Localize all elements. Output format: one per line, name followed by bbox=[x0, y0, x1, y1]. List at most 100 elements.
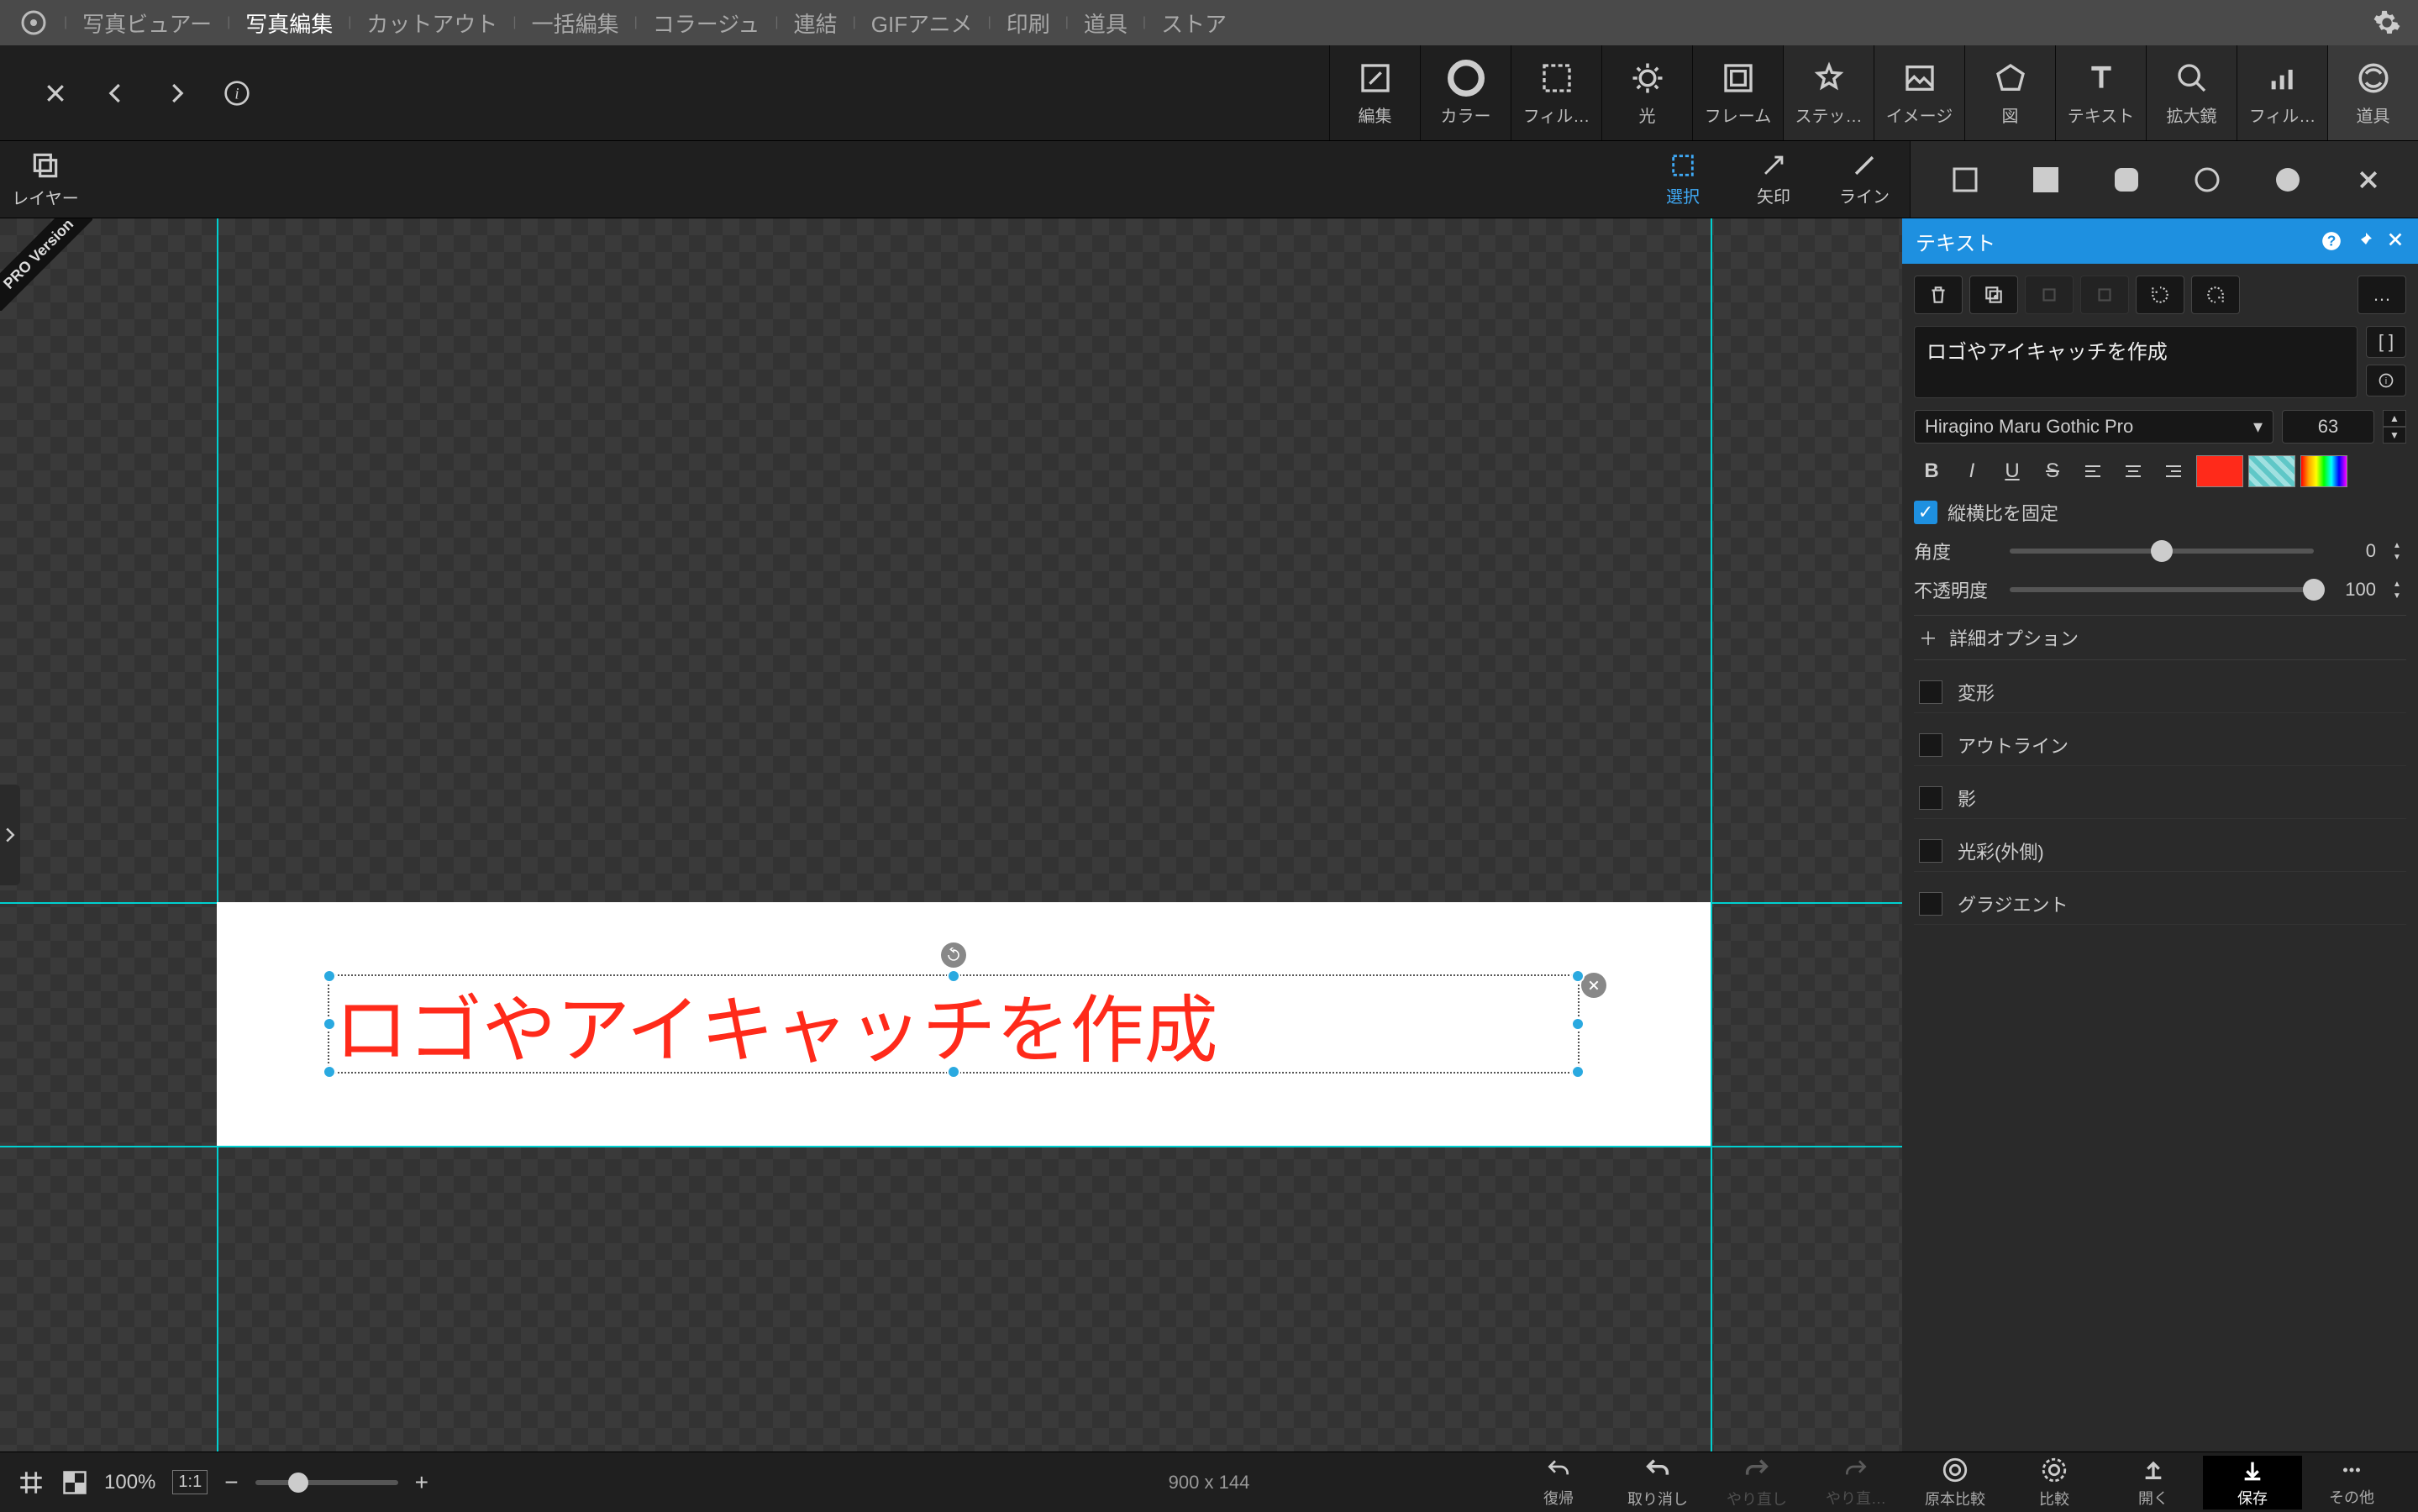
resize-handle[interactable] bbox=[323, 1065, 336, 1079]
pattern-swatch[interactable] bbox=[2248, 455, 2295, 487]
ribbon-edit[interactable]: 編集 bbox=[1329, 45, 1420, 140]
shape-rect-fill[interactable] bbox=[2030, 164, 2062, 196]
canvas[interactable]: PRO Version ロゴやアイキャッチを作成 bbox=[0, 218, 1902, 1452]
pin-icon[interactable] bbox=[2354, 230, 2374, 252]
advanced-options-toggle[interactable]: ＋ 詳細オプション bbox=[1914, 615, 2406, 660]
text-info-icon[interactable]: i bbox=[2366, 365, 2406, 396]
delete-selection-icon[interactable] bbox=[1581, 973, 1606, 998]
delete-text-icon[interactable] bbox=[1914, 276, 1963, 314]
menu-batch[interactable]: 一括編集 bbox=[517, 8, 634, 39]
action-save[interactable]: 保存 bbox=[2203, 1456, 2302, 1509]
vertical-text-icon[interactable]: [ ] bbox=[2366, 326, 2406, 358]
menu-photo-viewer[interactable]: 写真ビュアー bbox=[67, 8, 227, 39]
action-more[interactable]: その他 bbox=[2302, 1456, 2401, 1509]
menu-print[interactable]: 印刷 bbox=[991, 8, 1065, 39]
ribbon-tools[interactable]: 道具 bbox=[2327, 45, 2418, 140]
ribbon-text[interactable]: テキスト bbox=[2055, 45, 2146, 140]
subtool-arrow[interactable]: 矢印 bbox=[1728, 141, 1819, 218]
action-redo[interactable]: やり直し bbox=[1707, 1456, 1806, 1509]
opacity-slider[interactable] bbox=[2010, 587, 2314, 592]
resize-handle[interactable] bbox=[947, 969, 960, 983]
zoom-level[interactable]: 100% bbox=[104, 1471, 155, 1494]
resize-handle[interactable] bbox=[1571, 1017, 1585, 1031]
ribbon-frame[interactable]: フレーム bbox=[1692, 45, 1783, 140]
menu-photo-edit[interactable]: 写真編集 bbox=[230, 8, 348, 39]
ribbon-filter2[interactable]: フィル… bbox=[2237, 45, 2327, 140]
option-gradient[interactable]: グラジエント bbox=[1914, 884, 2406, 925]
menu-collage[interactable]: コラージュ bbox=[638, 8, 775, 39]
angle-stepper[interactable]: ▲▼ bbox=[2388, 539, 2406, 563]
menu-store[interactable]: ストア bbox=[1146, 8, 1242, 39]
option-transform[interactable]: 変形 bbox=[1914, 672, 2406, 713]
align-front-icon[interactable] bbox=[2025, 276, 2074, 314]
font-size-stepper[interactable]: ▲▼ bbox=[2383, 410, 2406, 444]
action-undo[interactable]: 取り消し bbox=[1608, 1456, 1707, 1509]
panel-header[interactable]: テキスト ? bbox=[1902, 218, 2418, 264]
bold-icon[interactable]: B bbox=[1914, 455, 1949, 487]
expand-sidebar-icon[interactable] bbox=[0, 785, 20, 885]
font-size-input[interactable]: 63 bbox=[2282, 410, 2374, 444]
text-content-input[interactable]: ロゴやアイキャッチを作成 bbox=[1914, 326, 2358, 398]
option-glow[interactable]: 光彩(外側) bbox=[1914, 831, 2406, 872]
resize-handle[interactable] bbox=[1571, 1065, 1585, 1079]
ribbon-magnifier[interactable]: 拡大鏡 bbox=[2146, 45, 2237, 140]
resize-handle[interactable] bbox=[323, 969, 336, 983]
rotate-ccw-icon[interactable] bbox=[2136, 276, 2184, 314]
align-back-icon[interactable] bbox=[2080, 276, 2129, 314]
menu-cutout[interactable]: カットアウト bbox=[351, 8, 513, 39]
close-icon[interactable] bbox=[37, 75, 74, 112]
underline-icon[interactable]: U bbox=[1995, 455, 2030, 487]
option-outline[interactable]: アウトライン bbox=[1914, 725, 2406, 766]
opacity-stepper[interactable]: ▲▼ bbox=[2388, 578, 2406, 601]
rotate-cw-icon[interactable] bbox=[2191, 276, 2240, 314]
shape-close-icon[interactable] bbox=[2352, 164, 2384, 196]
resize-handle[interactable] bbox=[947, 1065, 960, 1079]
info-icon[interactable]: i bbox=[218, 75, 255, 112]
shape-circle-outline[interactable] bbox=[2191, 164, 2223, 196]
action-revert[interactable]: 復帰 bbox=[1509, 1456, 1608, 1509]
italic-icon[interactable]: I bbox=[1954, 455, 1990, 487]
menu-tools[interactable]: 道具 bbox=[1069, 8, 1143, 39]
forward-icon[interactable] bbox=[158, 75, 195, 112]
angle-slider[interactable] bbox=[2010, 549, 2314, 554]
selection-box[interactable] bbox=[328, 974, 1580, 1074]
option-shadow[interactable]: 影 bbox=[1914, 778, 2406, 819]
more-icon[interactable]: … bbox=[2358, 276, 2406, 314]
ribbon-sticker[interactable]: ステッ… bbox=[1783, 45, 1874, 140]
shape-rect-outline[interactable] bbox=[1949, 164, 1981, 196]
subtool-line[interactable]: ライン bbox=[1819, 141, 1910, 218]
font-select[interactable]: Hiragino Maru Gothic Pro ▾ bbox=[1914, 410, 2273, 444]
aspect-lock-checkbox[interactable]: ✓ bbox=[1914, 501, 1937, 524]
grid-toggle-icon[interactable] bbox=[17, 1468, 45, 1497]
duplicate-icon[interactable] bbox=[1969, 276, 2018, 314]
ribbon-color[interactable]: カラー bbox=[1420, 45, 1511, 140]
app-logo-icon[interactable] bbox=[17, 6, 50, 39]
ribbon-figure[interactable]: 図 bbox=[1964, 45, 2055, 140]
align-center-icon[interactable] bbox=[2116, 455, 2151, 487]
zoom-slider[interactable] bbox=[255, 1480, 398, 1485]
resize-handle[interactable] bbox=[1571, 969, 1585, 983]
zoom-in-icon[interactable]: + bbox=[415, 1469, 428, 1496]
gradient-swatch[interactable] bbox=[2300, 455, 2347, 487]
menu-gif[interactable]: GIFアニメ bbox=[856, 8, 988, 39]
action-redo-all[interactable]: やり直… bbox=[1806, 1456, 1905, 1509]
layers-button[interactable]: レイヤー bbox=[0, 141, 91, 218]
checker-toggle-icon[interactable] bbox=[62, 1470, 87, 1495]
align-right-icon[interactable] bbox=[2156, 455, 2191, 487]
strike-icon[interactable]: S bbox=[2035, 455, 2070, 487]
action-open[interactable]: 開く bbox=[2104, 1456, 2203, 1509]
shape-roundrect[interactable] bbox=[2110, 164, 2142, 196]
help-icon[interactable]: ? bbox=[2321, 230, 2342, 252]
ribbon-image[interactable]: イメージ bbox=[1874, 45, 1964, 140]
zoom-out-icon[interactable]: − bbox=[224, 1469, 238, 1496]
ribbon-light[interactable]: 光 bbox=[1601, 45, 1692, 140]
ribbon-filter[interactable]: フィル… bbox=[1511, 45, 1601, 140]
settings-gear-icon[interactable] bbox=[2373, 8, 2401, 37]
back-icon[interactable] bbox=[97, 75, 134, 112]
shape-circle-fill[interactable] bbox=[2272, 164, 2304, 196]
rotate-handle-icon[interactable] bbox=[941, 942, 966, 968]
subtool-select[interactable]: 選択 bbox=[1637, 141, 1728, 218]
action-compare[interactable]: 比較 bbox=[2005, 1456, 2104, 1509]
text-color-swatch[interactable] bbox=[2196, 455, 2243, 487]
action-compare-original[interactable]: 原本比較 bbox=[1905, 1456, 2005, 1509]
